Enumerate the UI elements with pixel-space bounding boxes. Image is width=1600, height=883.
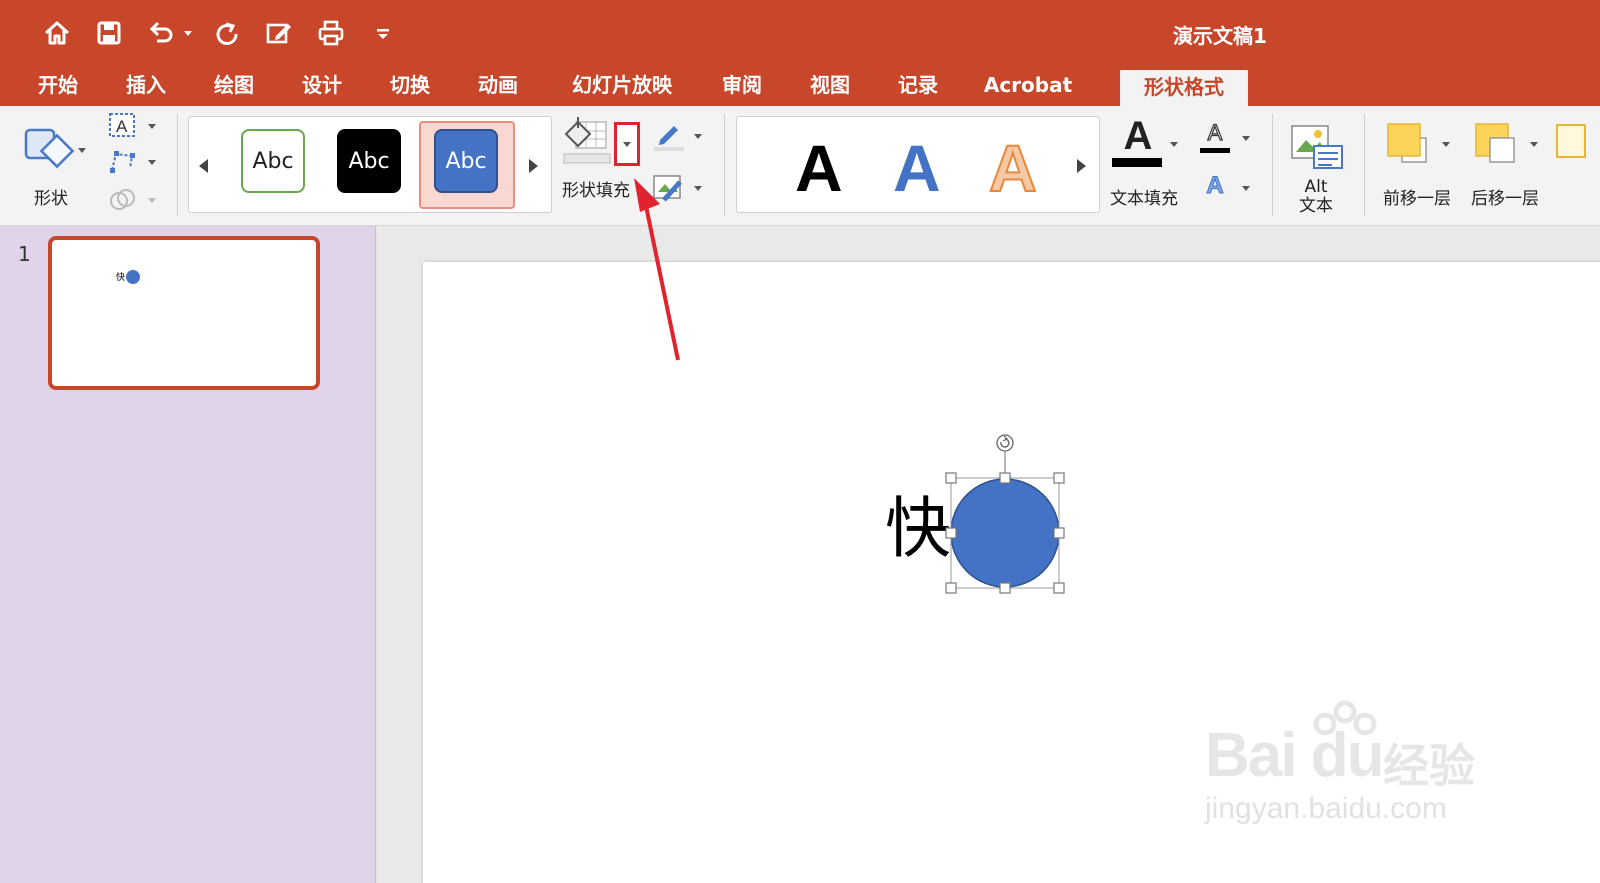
- thumb-text: 快: [116, 273, 126, 283]
- wordart-style-orange-outline[interactable]: A: [988, 134, 1038, 202]
- selection-pane-button[interactable]: [1556, 124, 1600, 174]
- selection-pane-icon: [1556, 124, 1586, 158]
- merge-shapes-button[interactable]: [106, 184, 158, 214]
- tab-view[interactable]: 视图: [798, 66, 862, 106]
- edit-points-icon: [110, 151, 135, 173]
- ribbon-separator: [177, 114, 178, 216]
- text-fill-label: 文本填充: [1110, 189, 1178, 209]
- shapes-icon: [24, 128, 75, 169]
- watermark-cn: 经验: [1383, 739, 1475, 793]
- shapes-dropdown-icon: [78, 148, 86, 153]
- pen-icon: [654, 126, 684, 151]
- tab-record[interactable]: 记录: [886, 66, 950, 106]
- thumb-circle: [126, 270, 140, 284]
- document-title: 演示文稿1: [1173, 24, 1267, 48]
- text-effects-icon: A: [1206, 172, 1224, 200]
- paw-icon: [1313, 700, 1377, 736]
- text-outline-color-bar: [1200, 148, 1230, 153]
- slide-thumbnail-panel: 1 快: [0, 226, 376, 883]
- bring-forward-label: 前移一层: [1383, 189, 1451, 209]
- text-outline-button[interactable]: A: [1196, 119, 1256, 156]
- shape-style-black[interactable]: Abc: [337, 129, 401, 193]
- edit-shape-button[interactable]: [106, 146, 158, 176]
- undo-dropdown-icon[interactable]: [184, 31, 192, 36]
- text-box-button[interactable]: A: [106, 110, 158, 140]
- send-backward-label: 后移一层: [1471, 189, 1539, 209]
- tab-home[interactable]: 开始: [26, 66, 90, 106]
- shape-style-outline[interactable]: Abc: [241, 129, 305, 193]
- ribbon-separator: [1272, 114, 1273, 216]
- ribbon: 形状 A Abc Abc Abc 形状填充 A A A A 文本填充 A A A…: [0, 106, 1600, 226]
- text-outline-dropdown-icon: [1242, 136, 1250, 141]
- ribbon-tabs: 开始 插入 绘图 设计 切换 动画 幻灯片放映 审阅 视图 记录 Acrobat…: [0, 66, 1600, 106]
- shape-styles-gallery: Abc Abc Abc: [188, 116, 552, 213]
- ribbon-separator: [1364, 114, 1365, 216]
- paint-bucket-icon: [563, 117, 611, 164]
- shape-fill-dropdown-icon: [623, 142, 631, 147]
- tab-slideshow[interactable]: 幻灯片放映: [562, 66, 682, 106]
- bring-forward-button[interactable]: 前移一层: [1376, 114, 1458, 214]
- slide-thumbnail[interactable]: 快: [48, 236, 320, 390]
- merge-shapes-dropdown-icon: [148, 198, 156, 203]
- edit-document-icon[interactable]: [262, 16, 296, 50]
- wordart-styles-gallery: A A A: [736, 116, 1100, 213]
- wordart-style-blue[interactable]: A: [893, 135, 941, 201]
- text-box-dropdown-icon: [148, 124, 156, 129]
- send-backward-button[interactable]: 后移一层: [1464, 114, 1546, 214]
- shapes-button[interactable]: 形状: [14, 114, 92, 214]
- tab-animations[interactable]: 动画: [466, 66, 530, 106]
- watermark-logo: Bai du 经验 jingyan.baidu.com: [1205, 700, 1495, 835]
- text-fill-dropdown-icon: [1170, 142, 1178, 147]
- send-backward-dropdown-icon: [1530, 142, 1538, 147]
- slide-number: 1: [18, 242, 31, 266]
- wordart-gallery-next-icon[interactable]: [1077, 159, 1086, 173]
- shape-outline-button[interactable]: [652, 118, 704, 152]
- customize-toolbar-icon[interactable]: [366, 16, 400, 50]
- print-icon[interactable]: [314, 16, 348, 50]
- home-icon[interactable]: [40, 16, 74, 50]
- tab-shape-format[interactable]: 形状格式: [1118, 68, 1250, 106]
- tab-review[interactable]: 审阅: [710, 66, 774, 106]
- shape-fill-button[interactable]: [560, 114, 620, 172]
- tab-design[interactable]: 设计: [290, 66, 354, 106]
- gallery-prev-icon[interactable]: [199, 159, 208, 173]
- shapes-label: 形状: [34, 189, 68, 209]
- watermark-url: jingyan.baidu.com: [1205, 792, 1447, 825]
- save-icon[interactable]: [92, 16, 126, 50]
- annotation-arrow: [634, 178, 680, 361]
- tab-acrobat[interactable]: Acrobat: [978, 66, 1078, 106]
- text-fill-color-bar: [1112, 158, 1162, 167]
- shape-outline-dropdown-icon: [694, 134, 702, 139]
- text-fill-button[interactable]: A 文本填充: [1104, 114, 1184, 214]
- bring-forward-icon: [1387, 123, 1427, 163]
- text-box-icon: A: [109, 113, 135, 137]
- svg-text:A: A: [116, 117, 128, 136]
- bring-forward-dropdown-icon: [1442, 142, 1450, 147]
- selected-circle-shape[interactable]: [931, 428, 1091, 608]
- shape-style-blue[interactable]: Abc: [434, 129, 498, 193]
- alt-text-label-line1: Alt: [1304, 177, 1328, 197]
- gallery-next-icon[interactable]: [529, 159, 538, 173]
- alt-text-icon: [1291, 125, 1343, 169]
- text-fill-icon: A: [1123, 114, 1153, 158]
- redo-icon[interactable]: [210, 16, 244, 50]
- send-backward-icon: [1475, 123, 1515, 163]
- text-outline-icon: A: [1207, 119, 1223, 145]
- edit-shape-dropdown-icon: [148, 160, 156, 165]
- ribbon-separator: [724, 114, 725, 216]
- text-effects-dropdown-icon: [1242, 186, 1250, 191]
- tab-transitions[interactable]: 切换: [378, 66, 442, 106]
- merge-shapes-icon: [110, 189, 135, 210]
- tab-insert[interactable]: 插入: [114, 66, 178, 106]
- tab-draw[interactable]: 绘图: [202, 66, 266, 106]
- undo-icon[interactable]: [144, 16, 178, 50]
- alt-text-button[interactable]: Alt 文本: [1282, 114, 1350, 218]
- title-bar: 演示文稿1: [0, 0, 1600, 66]
- alt-text-label-line2: 文本: [1299, 196, 1333, 216]
- wordart-style-black[interactable]: A: [795, 135, 843, 201]
- text-effects-button[interactable]: A: [1196, 170, 1256, 206]
